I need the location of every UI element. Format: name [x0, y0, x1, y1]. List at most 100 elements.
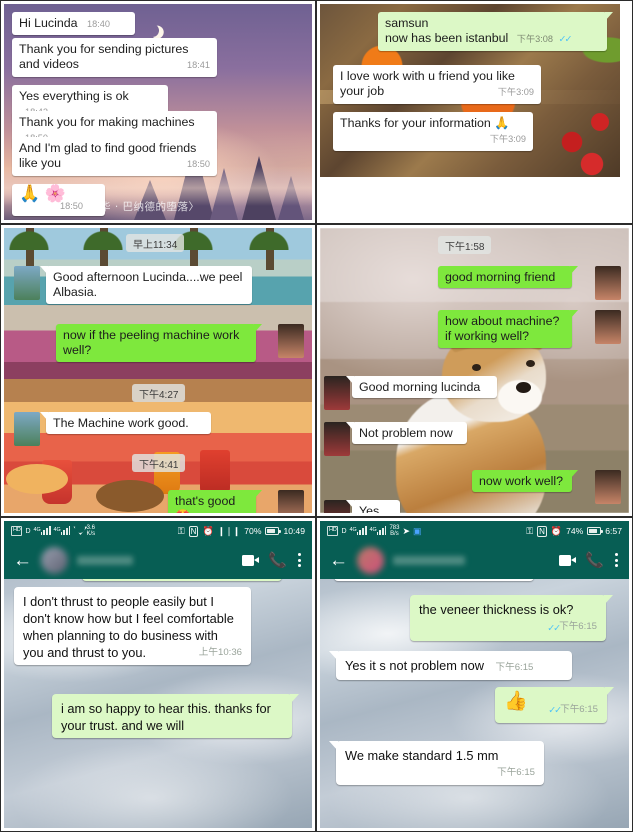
message-time: 下午3:09	[497, 87, 534, 98]
signal-icon-2: 4G	[54, 525, 71, 537]
contact-avatar[interactable]	[41, 546, 68, 574]
message-bubble[interactable]: the veneer thickness is ok? 下午6:15 ✓✓	[410, 595, 613, 641]
message-bubble[interactable]: Not problem now	[346, 422, 467, 445]
bubble-tail	[570, 470, 578, 479]
palm-frond	[80, 228, 126, 250]
palm-frond	[6, 228, 52, 250]
message-text: The Machine work good.	[53, 416, 189, 430]
message-bubble[interactable]: now work well?	[472, 470, 578, 493]
chat-background: the veneer thickness is ok? 下午6:15 ✓✓ Ye…	[320, 579, 629, 828]
message-time: 18:50	[187, 159, 210, 170]
battery-percent: 70%	[244, 526, 262, 536]
overflow-menu-icon[interactable]	[613, 553, 620, 567]
avatar[interactable]	[278, 324, 304, 358]
avatar[interactable]	[14, 266, 40, 300]
message-bubble-partial[interactable]	[82, 579, 282, 581]
message-bubble[interactable]: Thank you for sending pictures and video…	[12, 38, 217, 77]
bubble-tail	[570, 266, 578, 275]
pastry-plate	[96, 480, 164, 512]
avatar[interactable]	[14, 412, 40, 446]
day-timestamp: 下午1:58	[438, 236, 492, 254]
video-call-icon[interactable]	[559, 554, 577, 566]
message-text: Thanks for your information 🙏	[340, 116, 510, 130]
message-bubble[interactable]: how about machine? if working well?	[438, 310, 578, 348]
message-bubble[interactable]: The Machine work good.	[40, 412, 211, 435]
bubble-tail	[346, 376, 354, 385]
message-bubble[interactable]: I love work with u friend you like your …	[333, 65, 541, 104]
back-icon[interactable]: ←	[329, 551, 348, 570]
message-text: now if the peeling machine work well?	[63, 328, 240, 358]
panel-cell-6: HD D 4G 4G 783 B/s ➤ ▣ ⚿ N ⏰ 74% 6:57 ← …	[316, 517, 633, 832]
wallpaper-caption: 华 · 巴纳德的堕落〉	[100, 201, 200, 213]
battery-icon	[265, 527, 281, 535]
key-icon: ⚿	[526, 525, 534, 536]
chat-panel-food: samsun now has been istanbul 下午3:08 ✓✓ I…	[320, 4, 620, 177]
message-time: 18:50	[60, 200, 83, 211]
back-icon[interactable]: ←	[13, 551, 32, 570]
message-text: Yes it s not problem now	[345, 658, 484, 673]
message-text: Thank you for making machines	[19, 115, 195, 129]
message-bubble[interactable]: that's good 🤩	[168, 490, 262, 513]
screenshot-collage: 华 · 巴纳德的堕落〉 Hi Lucinda 18:40 Thank you f…	[0, 0, 633, 832]
message-bubble[interactable]: now if the peeling machine work well?	[56, 324, 262, 362]
message-text: Yes everything is ok	[19, 89, 129, 103]
battery-icon	[587, 527, 603, 535]
voice-call-icon[interactable]: 📞	[585, 551, 604, 569]
message-bubble[interactable]: We make standard 1.5 mm 下午6:15	[329, 741, 544, 785]
video-call-icon[interactable]	[242, 554, 260, 566]
signal-icon-1: 4G	[350, 525, 367, 537]
message-bubble-partial[interactable]	[334, 579, 534, 581]
message-text: how about machine? if working well?	[445, 314, 560, 344]
hd-icon: HD	[327, 526, 339, 536]
contact-name[interactable]	[393, 555, 465, 565]
message-bubble[interactable]: 👍 下午6:15 ✓✓	[495, 687, 614, 723]
message-time: 下午6:15	[559, 621, 597, 632]
contact-avatar[interactable]	[357, 546, 384, 574]
dog-eye	[526, 360, 535, 367]
chat-panel-pool: 早上11:34 Good afternoon Lucinda....we pee…	[4, 228, 312, 513]
message-bubble[interactable]: 🙏 🌸 18:50	[12, 184, 105, 216]
status-bar-right: ⚿ N ⏰ ❙❘❙ 70% 10:49	[178, 525, 305, 537]
message-bubble[interactable]: good morning friend	[438, 266, 578, 289]
message-bubble[interactable]: samsun now has been istanbul 下午3:08 ✓✓	[378, 12, 613, 51]
avatar[interactable]	[595, 310, 621, 344]
message-text: i am so happy to hear this. thanks for y…	[61, 701, 271, 733]
contact-name[interactable]	[77, 555, 133, 565]
overflow-menu-icon[interactable]	[296, 553, 303, 567]
avatar[interactable]	[595, 470, 621, 504]
read-receipt-icon: ✓✓	[547, 623, 561, 634]
app-badge-icon: ▣	[413, 525, 422, 536]
message-time: 18:41	[187, 60, 210, 71]
message-bubble[interactable]: Hi Lucinda 18:40	[12, 12, 135, 36]
dog-eye	[472, 364, 481, 371]
bubble-tail	[605, 12, 613, 21]
message-bubble[interactable]: Thanks for your information 🙏 下午3:09	[333, 112, 533, 151]
bubble-tail	[254, 324, 262, 333]
message-bubble[interactable]: And I'm glad to find good friends like y…	[12, 137, 217, 176]
message-text: now work well?	[479, 474, 564, 488]
bubble-tail	[346, 422, 354, 431]
emoji-text: 🙏 🌸	[19, 184, 67, 203]
status-bar-left: HD D 4G 4G 3.6 K/s	[11, 525, 178, 537]
day-timestamp: 早上11:34	[126, 234, 185, 252]
vibrate-icon: ❙❘❙	[217, 525, 241, 536]
data-icon: D	[341, 527, 347, 535]
wifi-icon	[73, 527, 83, 535]
panel-cell-1: 华 · 巴纳德的堕落〉 Hi Lucinda 18:40 Thank you f…	[0, 0, 316, 224]
message-bubble[interactable]: Good afternoon Lucinda....we peel Albasi…	[40, 266, 252, 304]
message-time: 下午6:15	[497, 767, 535, 778]
avatar[interactable]	[595, 266, 621, 300]
message-bubble[interactable]: Yes it s not problem now 下午6:15	[329, 651, 572, 680]
message-bubble[interactable]: Good morning lucinda	[346, 376, 497, 399]
voice-call-icon[interactable]: 📞	[268, 551, 287, 569]
avatar[interactable]	[278, 490, 304, 513]
message-text: good morning friend	[445, 270, 556, 284]
panel-cell-3: 早上11:34 Good afternoon Lucinda....we pee…	[0, 224, 316, 517]
message-text: We make standard 1.5 mm	[345, 748, 499, 763]
alarm-icon: ⏰	[202, 525, 214, 536]
bubble-tail	[290, 694, 299, 704]
message-bubble[interactable]: I don't thrust to people easily but I do…	[14, 587, 251, 665]
message-bubble[interactable]: i am so happy to hear this. thanks for y…	[52, 694, 299, 738]
message-bubble[interactable]: Yes	[346, 500, 400, 513]
sim-icon: N	[537, 525, 547, 537]
